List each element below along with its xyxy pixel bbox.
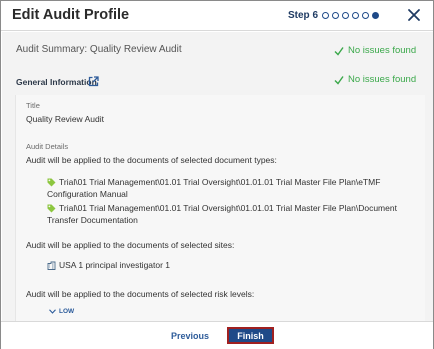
dialog-body: Audit Summary: Quality Review Audit No i… — [2, 32, 433, 321]
title-label: Title — [26, 101, 40, 110]
dialog: Edit Audit Profile Step 6 Audit Summary:… — [0, 0, 434, 349]
site-icon — [47, 261, 56, 270]
site-item: USA 1 principal investigator 1 — [47, 259, 170, 271]
chevron-down-icon — [49, 309, 56, 314]
audit-details-label: Audit Details — [26, 142, 69, 151]
doc-type-item: Trial\01 Trial Management\01.01 Trial Ov… — [47, 176, 380, 200]
tag-icon — [47, 178, 56, 187]
step-dot-1 — [322, 12, 329, 19]
finish-button[interactable]: Finish — [227, 327, 274, 344]
doc-type-line1: Trial\01 Trial Management\01.01 Trial Ov… — [59, 177, 381, 187]
site-name: USA 1 principal investigator 1 — [59, 260, 171, 270]
close-icon[interactable] — [406, 7, 422, 23]
doc-type-line2: Configuration Manual — [47, 189, 128, 199]
risk-intro: Audit will be applied to the documents o… — [26, 289, 255, 299]
step-dot-2 — [332, 12, 339, 19]
external-link-icon[interactable] — [88, 74, 99, 87]
doc-types-intro: Audit will be applied to the documents o… — [26, 155, 277, 165]
check-icon — [334, 46, 344, 56]
step-dot-6 — [372, 12, 379, 19]
check-icon — [334, 75, 344, 85]
doc-type-item: Trial\01 Trial Management\01.01 Trial Ov… — [47, 202, 397, 226]
doc-type-line1: Trial\01 Trial Management\01.01 Trial Ov… — [59, 203, 397, 213]
step-dot-4 — [352, 12, 359, 19]
general-info-label: General Information — [16, 77, 97, 87]
risk-level-item: LOW — [49, 308, 74, 315]
dialog-header: Edit Audit Profile Step 6 — [1, 1, 433, 31]
previous-button[interactable]: Previous — [171, 331, 209, 341]
summary-status-text: No issues found — [348, 45, 417, 56]
dialog-footer: Previous Finish — [1, 321, 433, 349]
doc-type-line2: Transfer Documentation — [47, 215, 138, 225]
step-dot-5 — [362, 12, 369, 19]
general-info-status-text: No issues found — [348, 74, 417, 85]
dialog-title: Edit Audit Profile — [12, 7, 130, 23]
step-indicator — [322, 12, 379, 19]
sites-intro: Audit will be applied to the documents o… — [26, 240, 235, 250]
step-label: Step 6 — [288, 10, 319, 21]
summary-status: No issues found — [334, 45, 416, 56]
summary-title: Audit Summary: Quality Review Audit — [16, 44, 182, 55]
risk-level-label: LOW — [59, 308, 75, 315]
title-value: Quality Review Audit — [26, 114, 104, 124]
general-info-status: No issues found — [334, 74, 416, 85]
tag-icon — [47, 204, 56, 213]
summary-row: Audit Summary: Quality Review Audit No i… — [2, 32, 433, 66]
step-dot-3 — [342, 12, 349, 19]
details-panel: Title Quality Review Audit Audit Details… — [15, 95, 425, 321]
